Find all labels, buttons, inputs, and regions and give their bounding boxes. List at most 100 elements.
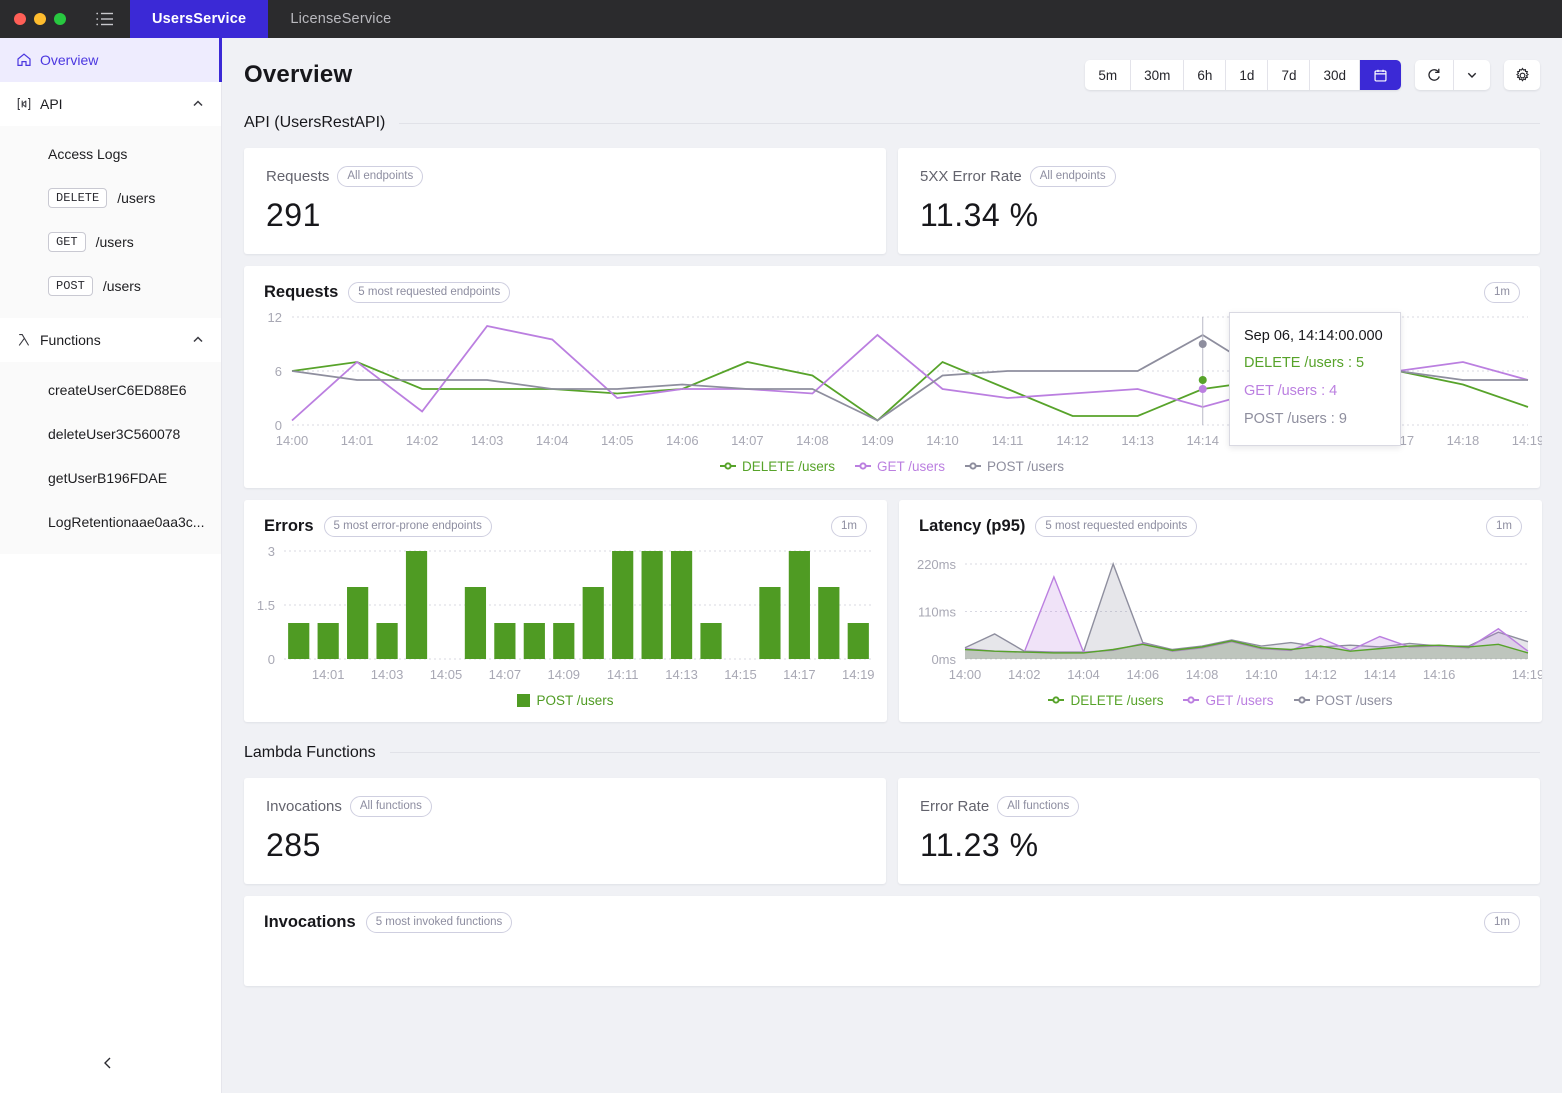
sidebar-group-api[interactable]: API bbox=[0, 82, 221, 126]
legend-item-delete[interactable]: DELETE /users bbox=[719, 459, 835, 474]
chart-badge-period: 1m bbox=[1486, 515, 1522, 537]
chevron-up-icon[interactable] bbox=[191, 333, 205, 347]
chart-plot-latency[interactable]: 0ms 110ms 220ms 14:00 14:02 14:04 14:06 14:08 14… bbox=[899, 541, 1544, 691]
svg-text:14:04: 14:04 bbox=[536, 433, 569, 448]
legend-item-post-errors[interactable]: POST /users bbox=[517, 693, 614, 708]
legend-label-get: GET /users bbox=[876, 458, 946, 474]
svg-text:3: 3 bbox=[268, 544, 275, 559]
svg-text:0ms: 0ms bbox=[931, 652, 956, 667]
kpi-label-requests: Requests bbox=[266, 167, 330, 185]
kpi-label-error-rate: Error Rate bbox=[920, 797, 990, 815]
kpi-value-5xx-error-rate: 11.34 % bbox=[920, 196, 1039, 233]
main-content: Overview 5m 30m 6h 1d 7d 30d API (UsersR… bbox=[222, 38, 1562, 1093]
lambda-icon bbox=[16, 332, 40, 348]
legend-marker-post bbox=[1293, 696, 1310, 704]
svg-text:14:19: 14:19 bbox=[1512, 667, 1542, 682]
chart-plot-requests[interactable]: 0 6 12 14:00 14:01 14:02 14:03 14:04 14:05 14:06 1… bbox=[244, 307, 1545, 457]
time-range-30m[interactable]: 30m bbox=[1131, 60, 1185, 90]
section-title-lambda: Lambda Functions bbox=[244, 743, 376, 761]
section-title-api: API (UsersRestAPI) bbox=[244, 114, 386, 131]
section-divider bbox=[399, 122, 1540, 124]
section-header-api: API (UsersRestAPI) bbox=[244, 114, 1540, 132]
sidebar: Overview API Access Logs DELETE /users G… bbox=[0, 38, 222, 1093]
legend-item-post[interactable]: POST /users bbox=[965, 459, 1064, 474]
kpi-card-error-rate: Error Rate All functions 11.23 % bbox=[898, 777, 1540, 884]
sidebar-item-overview[interactable]: Overview bbox=[0, 38, 222, 82]
method-badge-get: GET bbox=[48, 232, 86, 252]
chart-title-requests: Requests bbox=[264, 282, 339, 301]
time-range-5m[interactable]: 5m bbox=[1085, 60, 1132, 90]
chart-pill-invocations: 5 most invoked functions bbox=[365, 911, 513, 933]
legend-item-post[interactable]: POST /users bbox=[1293, 693, 1393, 708]
kpi-card-requests: Requests All endpoints 291 bbox=[244, 148, 886, 254]
sidebar-item-function-logretention[interactable]: LogRetentionaae0aa3c... bbox=[0, 500, 221, 544]
tab-licenseservice[interactable]: LicenseService bbox=[268, 0, 413, 38]
legend-label-get: GET /users bbox=[1205, 692, 1274, 708]
kpi-value-requests: 291 bbox=[266, 196, 321, 233]
sidebar-item-function-createuser[interactable]: createUserC6ED88E6 bbox=[0, 368, 221, 412]
sidebar-item-endpoint-post-users[interactable]: POST /users bbox=[0, 264, 221, 308]
svg-text:14:02: 14:02 bbox=[1008, 667, 1041, 682]
svg-text:14:19: 14:19 bbox=[1512, 433, 1542, 448]
svg-text:14:10: 14:10 bbox=[1245, 667, 1278, 682]
refresh-icon[interactable] bbox=[1415, 60, 1454, 90]
kpi-pill-all-endpoints: All endpoints bbox=[1029, 166, 1116, 187]
minimize-window-button[interactable] bbox=[34, 13, 46, 25]
api-icon bbox=[16, 96, 40, 112]
section-divider bbox=[389, 752, 1540, 754]
home-icon bbox=[16, 52, 40, 68]
legend-item-delete[interactable]: DELETE /users bbox=[1048, 693, 1163, 708]
chart-plot-errors[interactable]: 0 1.5 3 14:01 14:03 14:05 14:07 14:09 14:11 14:13… bbox=[244, 541, 887, 691]
sidebar-item-endpoint-get-users[interactable]: GET /users bbox=[0, 220, 221, 264]
svg-text:14:08: 14:08 bbox=[1186, 667, 1219, 682]
svg-text:14:15: 14:15 bbox=[724, 667, 757, 682]
legend-marker-post bbox=[965, 462, 982, 470]
legend-marker-delete bbox=[719, 462, 736, 470]
kpi-label-invocations: Invocations bbox=[266, 797, 342, 815]
gear-icon[interactable] bbox=[1504, 60, 1540, 90]
svg-text:14:00: 14:00 bbox=[949, 667, 982, 682]
tooltip-row-post: POST /users : 9 bbox=[1244, 410, 1347, 427]
svg-text:14:19: 14:19 bbox=[842, 667, 875, 682]
chart-legend-errors: POST /users bbox=[244, 691, 887, 722]
time-range-30d[interactable]: 30d bbox=[1310, 60, 1360, 90]
close-window-button[interactable] bbox=[14, 13, 26, 25]
svg-text:14:14: 14:14 bbox=[1186, 433, 1219, 448]
svg-text:14:00: 14:00 bbox=[276, 433, 309, 448]
svg-text:14:17: 14:17 bbox=[783, 667, 816, 682]
sidebar-item-function-getuser[interactable]: getUserB196FDAE bbox=[0, 456, 221, 500]
chart-title-errors: Errors bbox=[264, 516, 314, 535]
list-menu-icon[interactable] bbox=[80, 0, 130, 38]
chevron-up-icon[interactable] bbox=[191, 97, 205, 111]
legend-item-get[interactable]: GET /users bbox=[1183, 692, 1274, 708]
tooltip-date: Sep 06, 14:14:00.000 bbox=[1244, 327, 1383, 344]
chart-title-latency: Latency (p95) bbox=[919, 516, 1026, 535]
sidebar-item-overview-label: Overview bbox=[40, 52, 99, 68]
chart-badge-period: 1m bbox=[1484, 281, 1520, 303]
sidebar-collapse-button[interactable] bbox=[0, 1037, 221, 1093]
tab-usersservice[interactable]: UsersService bbox=[130, 0, 269, 38]
legend-label-delete: DELETE /users bbox=[1070, 692, 1164, 708]
calendar-icon[interactable] bbox=[1360, 60, 1401, 90]
window-controls bbox=[0, 0, 80, 38]
time-range-1d[interactable]: 1d bbox=[1226, 60, 1269, 90]
chart-pill-errors: 5 most error-prone endpoints bbox=[323, 515, 492, 537]
time-range-6h[interactable]: 6h bbox=[1184, 60, 1227, 90]
function-name: getUserB196FDAE bbox=[48, 470, 168, 486]
sidebar-item-function-deleteuser[interactable]: deleteUser3C560078 bbox=[0, 412, 221, 456]
legend-item-get[interactable]: GET /users bbox=[854, 458, 946, 474]
svg-text:14:04: 14:04 bbox=[1067, 667, 1100, 682]
window-titlebar: UsersService LicenseService bbox=[0, 0, 1562, 38]
chevron-down-icon[interactable] bbox=[1454, 60, 1490, 90]
svg-text:0: 0 bbox=[268, 652, 275, 667]
time-range-7d[interactable]: 7d bbox=[1268, 60, 1311, 90]
sidebar-item-endpoint-delete-users[interactable]: DELETE /users bbox=[0, 176, 221, 220]
page-header: Overview 5m 30m 6h 1d 7d 30d bbox=[222, 38, 1562, 100]
legend-marker-get bbox=[1183, 696, 1200, 704]
svg-text:14:03: 14:03 bbox=[371, 667, 404, 682]
maximize-window-button[interactable] bbox=[54, 13, 66, 25]
svg-text:14:11: 14:11 bbox=[992, 433, 1024, 448]
sidebar-group-functions[interactable]: Functions bbox=[0, 318, 221, 362]
sidebar-item-access-logs[interactable]: Access Logs bbox=[0, 132, 221, 176]
chart-card-errors: Errors 5 most error-prone endpoints 1m 0… bbox=[244, 499, 887, 722]
